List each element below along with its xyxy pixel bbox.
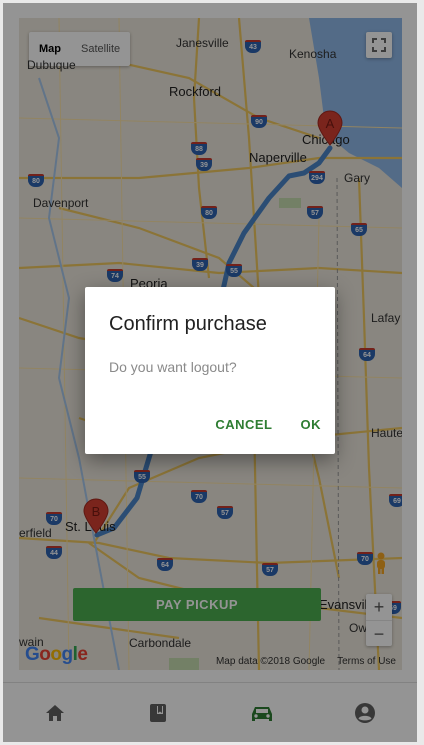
dialog-message: Do you want logout? xyxy=(109,359,237,375)
dialog-actions: CANCEL OK xyxy=(215,417,321,432)
dialog-title: Confirm purchase xyxy=(109,313,267,335)
ok-button[interactable]: OK xyxy=(301,417,322,432)
confirm-dialog: Confirm purchase Do you want logout? CAN… xyxy=(85,287,335,454)
cancel-button[interactable]: CANCEL xyxy=(215,417,272,432)
app-screen: Map Satellite Janesville Kenosha Dubuque… xyxy=(3,3,417,742)
